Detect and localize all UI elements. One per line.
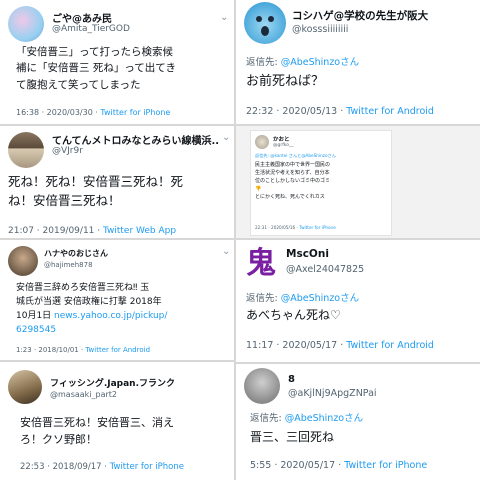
tweet-timestamp[interactable]: 11:17 · 2020/05/17 · Twitter for Android — [246, 340, 434, 351]
reply-context: 返信先: @AbeShinzoさん — [246, 54, 359, 68]
tweet-text: 晋三、三回死ね — [250, 430, 335, 444]
user-handle[interactable]: @Amita_TierGOD — [52, 24, 130, 34]
reply-context: 返信先: @AbeShinzoさん — [250, 410, 363, 424]
tweet-text: 民主主義国家の中で世界一国民の 生活状況や考えを知らず、自分本 位のことしかしな… — [255, 162, 331, 200]
user-handle[interactable]: @Axel24047825 — [286, 264, 364, 275]
user-handle[interactable]: @kosssiiiiiiii — [292, 24, 348, 35]
tweet-timestamp[interactable]: 1:23 · 2018/10/01 · Twitter for Android — [16, 346, 150, 354]
time-label: 11:17 · 2020/05/17 · — [246, 340, 347, 351]
tweet-timestamp[interactable]: 21:07 · 2019/09/11 · Twitter Web App — [8, 226, 176, 236]
time-label: 22:32 · 2020/05/13 · — [246, 106, 347, 117]
tweet-card[interactable]: てんてんメトロみなとみらい線横浜... @VJr9r ⌄ 死ね！死ね！安倍晋三死… — [0, 126, 234, 238]
time-label: 1:23 · 2018/10/01 · — [16, 346, 86, 354]
user-handle[interactable]: @masaaki_part2 — [50, 390, 117, 399]
tweet-text: 安倍晋三死ね！安倍晋三、消え ろ！クソ野郎！ — [20, 416, 174, 447]
tweet-text: 安倍晋三辞めろ安倍晋三死ね‼︎ 玉 城氏が当選 安倍政権に打撃 2018年 10… — [16, 282, 226, 338]
display-name[interactable]: MscOni — [286, 248, 466, 260]
tweet-source[interactable]: Twitter for Android — [346, 340, 434, 351]
user-avatar[interactable] — [244, 368, 280, 404]
tweet-source[interactable]: Twitter for iPhone — [344, 460, 427, 471]
tweet-source[interactable]: Twitter for iPhone — [100, 108, 170, 117]
reply-prefix: 返信先: — [246, 57, 281, 68]
tweet-source[interactable]: Twitter for Android — [85, 346, 150, 354]
user-avatar[interactable] — [8, 6, 44, 42]
user-handle[interactable]: @VJr9r — [52, 146, 83, 156]
reply-prefix: 返信先: — [246, 293, 281, 304]
tweet-timestamp[interactable]: 22:53 · 2018/09/17 · Twitter for iPhone — [20, 462, 184, 472]
user-avatar[interactable] — [8, 132, 44, 168]
display-name[interactable]: ハナやのおじさん — [44, 248, 214, 259]
user-avatar[interactable]: 鬼 — [244, 246, 280, 282]
oni-kanji-icon: 鬼 — [246, 246, 276, 281]
mention-link[interactable]: @AbeShinzoさん — [281, 57, 359, 68]
tweet-source[interactable]: Twitter for iPhone — [299, 225, 336, 230]
display-name[interactable]: コシハゲ@学校の先生が阪大 — [292, 8, 476, 23]
tweet-timestamp[interactable]: 22:32 · 2020/05/13 · Twitter for Android — [246, 106, 434, 117]
tweet-card[interactable]: 鬼 MscOni @Axel24047825 返信先: @AbeShinzoさん… — [236, 240, 480, 362]
user-avatar[interactable] — [8, 246, 38, 276]
tweet-card[interactable]: ごや@あみ民 @Amita_TierGOD ⌄ 「安倍晋三」って打ったら検索候 … — [0, 0, 234, 124]
tweet-source[interactable]: Twitter Web App — [103, 226, 176, 236]
time-label: 22:53 · 2018/09/17 · — [20, 462, 110, 472]
display-name[interactable]: フィッシング.Japan.フランク — [50, 376, 226, 389]
tweet-text: 「安倍晋三」って打ったら検索候 補に「安倍晋三 死ね」って出てき て腹抱えて笑っ… — [16, 46, 176, 91]
time-label: 16:38 · 2020/03/30 · — [16, 108, 101, 117]
chevron-down-icon[interactable]: ⌄ — [222, 132, 230, 143]
tweet-timestamp[interactable]: 5:55 · 2020/05/17 · Twitter for iPhone — [250, 460, 427, 471]
tweet-card[interactable]: フィッシング.Japan.フランク @masaaki_part2 安倍晋三死ね！… — [0, 362, 234, 480]
tweet-text: 死ね！死ね！安倍晋三死ね！死 ね！安倍晋三死ね！ — [8, 174, 184, 209]
tweet-source[interactable]: Twitter for iPhone — [110, 462, 184, 472]
display-name[interactable]: かおと — [273, 135, 290, 143]
tweet-text: あべちゃん死ね♡ — [246, 308, 341, 322]
tweet-timestamp[interactable]: 22:31 · 2020/05/16 · Twitter for iPhone — [255, 225, 336, 230]
mention-link[interactable]: @AbeShinzoさん — [281, 293, 359, 304]
user-avatar[interactable] — [255, 135, 269, 149]
tweet-card[interactable]: コシハゲ@学校の先生が阪大 @kosssiiiiiiii 返信先: @AbeSh… — [236, 0, 480, 124]
tweet-timestamp[interactable]: 16:38 · 2020/03/30 · Twitter for iPhone — [16, 108, 170, 117]
tweet-card[interactable]: ハナやのおじさん @hajimeh878 ⌄ 安倍晋三辞めろ安倍晋三死ね‼︎ 玉… — [0, 240, 234, 360]
user-handle[interactable]: @grfko__ — [273, 143, 294, 148]
tweet-text: お前死ねば？ — [246, 74, 325, 89]
user-avatar[interactable] — [244, 2, 286, 44]
reply-context: 返信先: @AbeShinzoさん — [246, 290, 359, 304]
chevron-down-icon[interactable]: ⌄ — [222, 246, 230, 257]
display-name[interactable]: ごや@あみ民 — [52, 10, 222, 25]
face-icon — [244, 2, 286, 44]
tweet-source[interactable]: Twitter for Android — [346, 106, 434, 117]
reply-context: 返信先: @kantei さんと@AbeShinzoさん — [255, 153, 336, 158]
time-label: 21:07 · 2019/09/11 · — [8, 226, 103, 236]
user-avatar[interactable] — [8, 370, 42, 404]
user-handle[interactable]: @hajimeh878 — [44, 261, 93, 269]
reply-prefix: 返信先: — [250, 413, 285, 424]
tweet-card[interactable]: かおと @grfko__ 返信先: @kantei さんと@AbeShinzoさ… — [236, 126, 480, 238]
time-label: 5:55 · 2020/05/17 · — [250, 460, 345, 471]
embedded-tweet-screenshot: かおと @grfko__ 返信先: @kantei さんと@AbeShinzoさ… — [250, 130, 392, 236]
display-name[interactable]: 8 — [288, 374, 458, 385]
chevron-down-icon[interactable]: ⌄ — [220, 12, 228, 23]
tweet-card[interactable]: 8 @aKjlNj9ApgZNPai 返信先: @AbeShinzoさん 晋三、… — [236, 364, 480, 480]
display-name[interactable]: てんてんメトロみなとみらい線横浜... — [52, 132, 220, 147]
time-label: 22:31 · 2020/05/16 · — [255, 225, 300, 230]
mention-link[interactable]: @AbeShinzoさん — [285, 413, 363, 424]
user-handle[interactable]: @aKjlNj9ApgZNPai — [288, 388, 377, 399]
